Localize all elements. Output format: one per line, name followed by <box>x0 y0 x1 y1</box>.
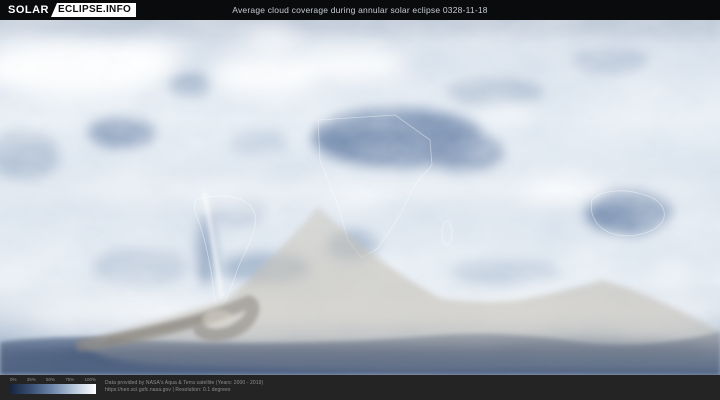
legend-tick-labels: 0% 25% 50% 75% 100% <box>10 377 96 383</box>
legend-tick: 0% <box>10 377 17 383</box>
footer-bar: 0% 25% 50% 75% 100% Data provided by NAS… <box>0 375 720 400</box>
legend-tick: 50% <box>46 377 55 383</box>
legend-tick: 100% <box>84 377 96 383</box>
legend-gradient-bar <box>10 384 96 394</box>
legend-tick: 25% <box>27 377 36 383</box>
annular-loop-center <box>202 310 234 328</box>
site-logo[interactable]: SOLAR ECLIPSE.INFO <box>8 3 136 17</box>
world-map-canvas <box>0 20 720 375</box>
data-credits: Data provided by NASA's Aqua & Terra sat… <box>105 380 263 393</box>
header-bar: SOLAR ECLIPSE.INFO Average cloud coverag… <box>0 0 720 20</box>
credit-line-1: Data provided by NASA's Aqua & Terra sat… <box>105 380 263 387</box>
cloud-coverage-map[interactable] <box>0 20 720 375</box>
logo-text-solar: SOLAR <box>8 4 49 16</box>
credit-line-2: https://neo.sci.gsfc.nasa.gov | Resoluti… <box>105 387 263 394</box>
legend-tick: 75% <box>65 377 74 383</box>
logo-text-eclipse-info: ECLIPSE.INFO <box>51 3 136 17</box>
cloud-coverage-legend: 0% 25% 50% 75% 100% <box>10 377 96 394</box>
